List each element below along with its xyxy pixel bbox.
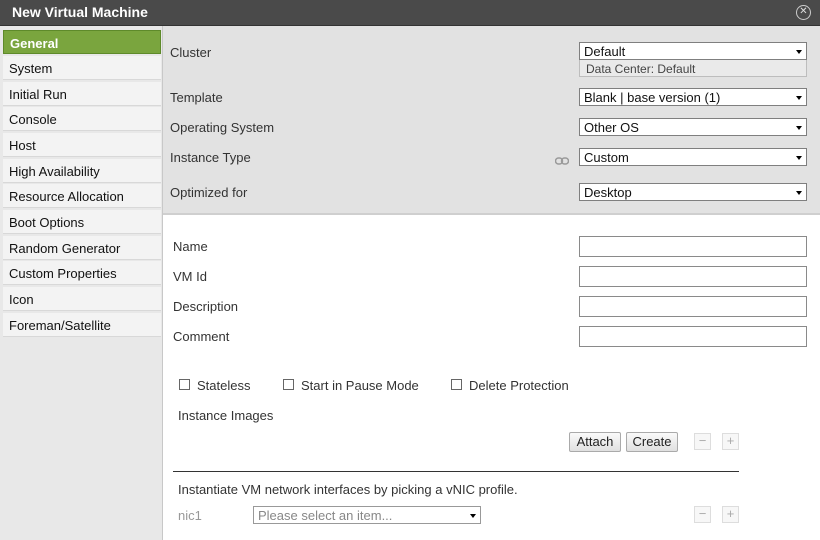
sidebar-item-boot-options[interactable]: Boot Options	[3, 210, 161, 234]
sidebar-item-system[interactable]: System	[3, 56, 161, 80]
delete-protection-checkbox[interactable]	[451, 379, 462, 390]
chevron-down-icon	[467, 508, 479, 522]
template-label: Template	[170, 90, 223, 105]
cluster-label: Cluster	[170, 45, 212, 60]
description-input[interactable]	[579, 296, 807, 317]
section-divider	[173, 471, 739, 472]
cluster-value: Default	[584, 44, 626, 59]
template-value: Blank | base version (1)	[584, 90, 721, 105]
comment-label: Comment	[173, 329, 230, 344]
nic1-label: nic1	[178, 508, 202, 523]
cluster-select[interactable]: Default	[579, 42, 807, 60]
network-heading: Instantiate VM network interfaces by pic…	[178, 482, 518, 497]
remove-image-button[interactable]: −	[694, 433, 711, 450]
add-image-button[interactable]: +	[722, 433, 739, 450]
sidebar-item-foreman-satellite[interactable]: Foreman/Satellite	[3, 313, 161, 337]
instance-type-select[interactable]: Custom	[579, 148, 807, 166]
sidebar-item-console[interactable]: Console	[3, 107, 161, 131]
description-label: Description	[173, 299, 239, 314]
sidebar-item-random-generator[interactable]: Random Generator	[3, 236, 161, 260]
chevron-down-icon	[793, 150, 805, 164]
instance-type-label: Instance Type	[170, 150, 251, 165]
link-icon[interactable]	[555, 157, 569, 165]
vnic-profile-select[interactable]: Please select an item...	[253, 506, 481, 524]
dialog-title: New Virtual Machine	[12, 4, 148, 20]
add-nic-button[interactable]: +	[722, 506, 739, 523]
os-select[interactable]: Other OS	[579, 118, 807, 136]
optimized-for-value: Desktop	[584, 185, 632, 200]
sidebar-item-initial-run[interactable]: Initial Run	[3, 82, 161, 106]
dialog-titlebar: New Virtual Machine ✕	[0, 0, 820, 26]
start-paused-label: Start in Pause Mode	[301, 378, 419, 393]
os-label: Operating System	[170, 120, 275, 135]
comment-input[interactable]	[579, 326, 807, 347]
stateless-checkbox[interactable]	[179, 379, 190, 390]
new-vm-dialog: New Virtual Machine ✕ General System Ini…	[0, 0, 820, 540]
name-label: Name	[173, 239, 208, 254]
close-icon[interactable]: ✕	[796, 5, 811, 20]
sidebar-item-icon[interactable]: Icon	[3, 287, 161, 311]
optimized-for-select[interactable]: Desktop	[579, 183, 807, 201]
chevron-down-icon	[793, 120, 805, 134]
cluster-box: Default Data Center: Default	[579, 42, 807, 77]
sidebar-item-general[interactable]: General	[3, 30, 161, 54]
create-button[interactable]: Create	[626, 432, 678, 452]
name-input[interactable]	[579, 236, 807, 257]
sidebar-item-high-availability[interactable]: High Availability	[3, 159, 161, 183]
stateless-label: Stateless	[197, 378, 251, 393]
template-select[interactable]: Blank | base version (1)	[579, 88, 807, 106]
instance-type-value: Custom	[584, 150, 629, 165]
optimized-for-label: Optimized for	[170, 185, 248, 200]
sidebar-item-host[interactable]: Host	[3, 133, 161, 157]
os-value: Other OS	[584, 120, 639, 135]
vm-id-input[interactable]	[579, 266, 807, 287]
vm-id-label: VM Id	[173, 269, 207, 284]
attach-button[interactable]: Attach	[569, 432, 621, 452]
chevron-down-icon	[793, 44, 805, 58]
data-center-info: Data Center: Default	[586, 62, 696, 76]
vnic-profile-placeholder: Please select an item...	[258, 508, 393, 523]
general-settings-panel: Cluster Default Data Center: Default Tem…	[163, 26, 820, 215]
sidebar: General System Initial Run Console Host …	[0, 26, 163, 540]
sidebar-item-resource-allocation[interactable]: Resource Allocation	[3, 184, 161, 208]
remove-nic-button[interactable]: −	[694, 506, 711, 523]
chevron-down-icon	[793, 185, 805, 199]
delete-protection-label: Delete Protection	[469, 378, 569, 393]
sidebar-item-custom-properties[interactable]: Custom Properties	[3, 261, 161, 285]
start-paused-checkbox[interactable]	[283, 379, 294, 390]
instance-images-label: Instance Images	[178, 408, 274, 423]
chevron-down-icon	[793, 90, 805, 104]
